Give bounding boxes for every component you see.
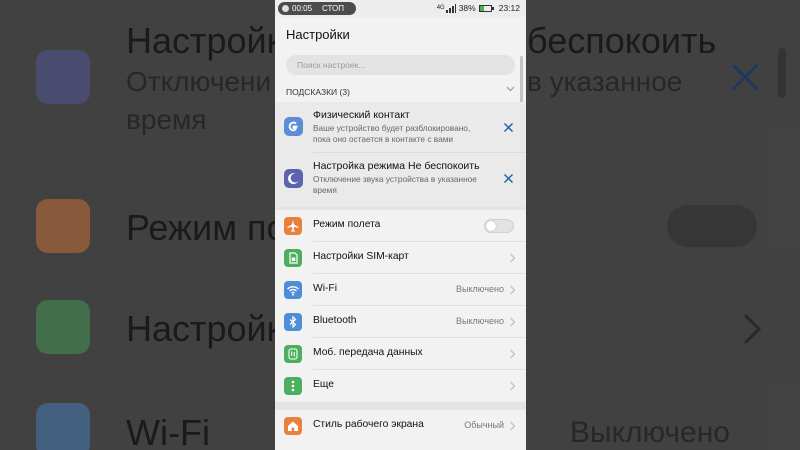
tip-title: Физический контакт bbox=[313, 109, 410, 121]
chevron-right-icon bbox=[510, 349, 516, 359]
close-icon[interactable] bbox=[503, 122, 514, 133]
tip-desc-line: пока оно остается в контакте с вами bbox=[313, 134, 454, 144]
recording-stop-button[interactable]: СТОП bbox=[322, 2, 344, 15]
battery-icon bbox=[478, 4, 494, 12]
moon-icon bbox=[284, 169, 303, 188]
settings-row-airplane-mode[interactable]: Режим полета bbox=[275, 210, 526, 242]
chevron-right-icon bbox=[510, 381, 516, 391]
close-icon[interactable] bbox=[503, 173, 514, 184]
settings-row-label: Еще bbox=[313, 379, 334, 390]
section-divider bbox=[275, 402, 526, 410]
clock: 23:12 bbox=[498, 3, 520, 13]
recording-time: 00:05 bbox=[292, 4, 313, 13]
toggle-knob bbox=[486, 221, 496, 231]
airplane-mode-toggle[interactable] bbox=[484, 219, 514, 233]
recording-pill[interactable]: 00:05 СТОП bbox=[278, 2, 356, 15]
tip-card[interactable]: Настройка режима Не беспокоить Отключени… bbox=[275, 153, 526, 207]
recording-dot-icon bbox=[282, 5, 289, 12]
settings-row-label: Bluetooth bbox=[313, 315, 357, 326]
status-indicators: 4G 38% 23:12 bbox=[437, 3, 520, 13]
settings-row-value: Выключено bbox=[456, 316, 504, 326]
settings-row-value: Обычный bbox=[464, 420, 504, 430]
sim-card-icon bbox=[284, 249, 302, 267]
chevron-right-icon bbox=[510, 317, 516, 327]
tip-desc-line: Ваше устройство будет разблокировано, bbox=[313, 123, 471, 133]
settings-row-home-style[interactable]: Стиль рабочего экрана Обычный bbox=[275, 410, 526, 442]
settings-row-value: Выключено bbox=[456, 284, 504, 294]
settings-row-wifi[interactable]: Wi-Fi Выключено bbox=[275, 274, 526, 306]
page-title: Настройки bbox=[286, 27, 350, 42]
more-icon bbox=[284, 377, 302, 395]
settings-row-label: Стиль рабочего экрана bbox=[313, 419, 424, 430]
home-style-icon bbox=[284, 417, 302, 435]
settings-row-mobile-data[interactable]: Моб. передача данных bbox=[275, 338, 526, 370]
settings-row-bluetooth[interactable]: Bluetooth Выключено bbox=[275, 306, 526, 338]
battery-fill bbox=[479, 5, 484, 11]
chevron-right-icon bbox=[510, 421, 516, 431]
settings-row-label: Wi-Fi bbox=[313, 283, 338, 294]
google-icon bbox=[284, 117, 303, 136]
phone-screen: 00:05 СТОП 4G 38% 23:12 Настройки Поиск … bbox=[275, 0, 526, 450]
tip-description: Отключение звука устройства в указанное … bbox=[313, 174, 503, 196]
chevron-right-icon bbox=[510, 285, 516, 295]
search-input[interactable]: Поиск настроек... bbox=[286, 55, 515, 75]
tip-card[interactable]: Физический контакт Ваше устройство будет… bbox=[275, 102, 526, 153]
tip-desc-line: Отключение звука устройства в указанное bbox=[313, 174, 477, 184]
status-bar: 00:05 СТОП 4G 38% 23:12 bbox=[275, 0, 526, 17]
mobile-data-icon bbox=[284, 345, 302, 363]
wifi-icon bbox=[284, 281, 302, 299]
battery-percent: 38% bbox=[458, 3, 476, 13]
signal-icon bbox=[445, 3, 456, 13]
settings-row-more[interactable]: Еще bbox=[275, 370, 526, 402]
settings-row-label: Моб. передача данных bbox=[313, 347, 423, 358]
tip-desc-line: время bbox=[313, 185, 337, 195]
settings-row-sim-cards[interactable]: Настройки SIM-карт bbox=[275, 242, 526, 274]
settings-row-label: Настройки SIM-карт bbox=[313, 251, 409, 262]
chevron-down-icon[interactable] bbox=[506, 84, 515, 93]
tips-header: ПОДСКАЗКИ (3) bbox=[286, 87, 350, 97]
bluetooth-icon bbox=[284, 313, 302, 331]
airplane-icon bbox=[284, 217, 302, 235]
settings-row-label: Режим полета bbox=[313, 219, 381, 230]
chevron-right-icon bbox=[510, 253, 516, 263]
network-type: 4G bbox=[436, 5, 445, 11]
tip-title: Настройка режима Не беспокоить bbox=[313, 160, 480, 172]
tip-description: Ваше устройство будет разблокировано, по… bbox=[313, 123, 503, 145]
